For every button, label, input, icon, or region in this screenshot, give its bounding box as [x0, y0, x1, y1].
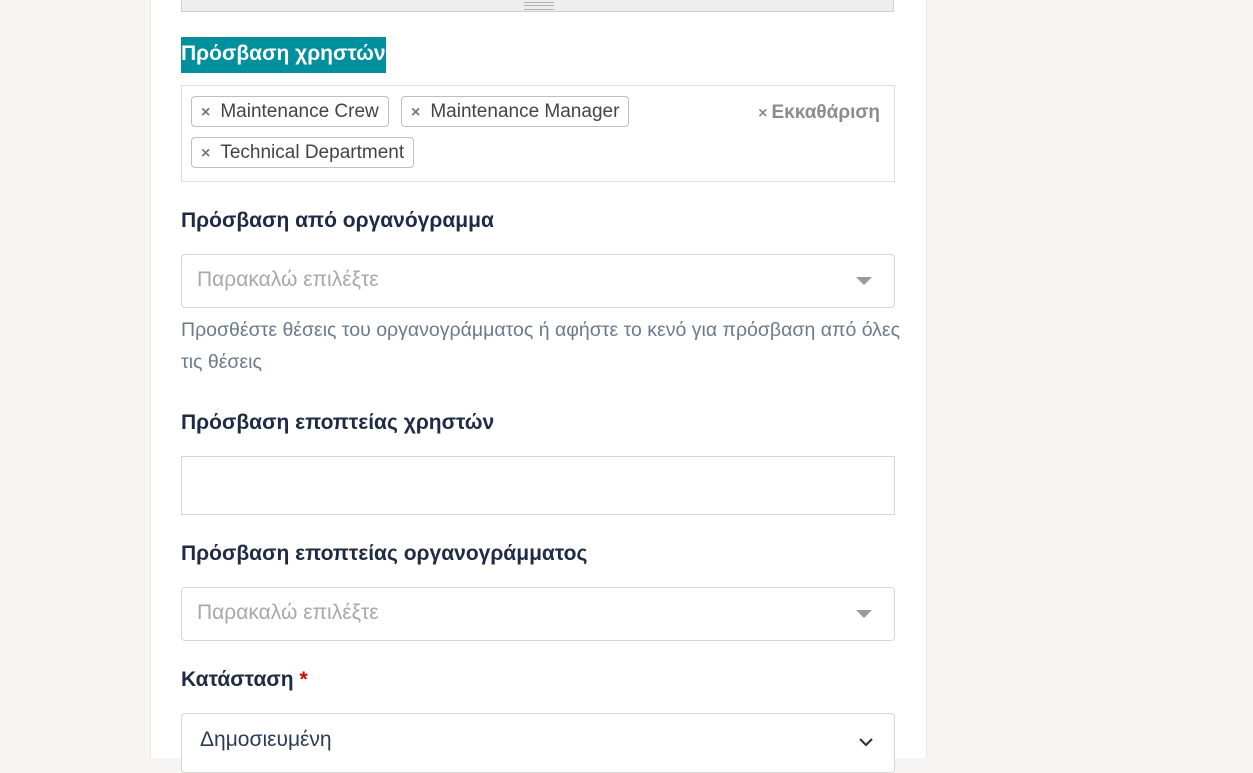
status-select[interactable]: Δημοσιευμένη: [181, 713, 895, 773]
org-access-select[interactable]: Παρακαλώ επιλέξτε: [181, 254, 895, 308]
org-access-help-text: Προσθέστε θέσεις του οργανογράμματος ή α…: [181, 319, 901, 373]
caret-down-icon: [856, 610, 872, 618]
org-access-placeholder: Παρακαλώ επιλέξτε: [197, 268, 379, 291]
chevron-down-icon: [859, 738, 873, 747]
tag-label: Maintenance Crew: [220, 101, 379, 122]
user-access-tag-field[interactable]: × Maintenance Crew × Maintenance Manager ×…: [181, 85, 895, 182]
user-access-label: Πρόσβαση χρηστών: [181, 37, 386, 73]
required-mark: *: [299, 668, 308, 691]
close-icon[interactable]: ×: [411, 104, 420, 121]
org-supervision-label: Πρόσβαση εποπτείας οργανογράμματος: [181, 542, 588, 565]
clear-all-label: Εκκαθάριση: [771, 102, 881, 123]
tag-label: Maintenance Manager: [430, 101, 620, 122]
close-icon: ×: [758, 105, 768, 122]
close-icon[interactable]: ×: [201, 104, 210, 121]
resize-grip-icon[interactable]: [524, 2, 554, 10]
clear-all-button[interactable]: × Εκκαθάριση: [758, 102, 880, 124]
user-supervision-label: Πρόσβαση εποπτείας χρηστών: [181, 411, 495, 434]
status-value: Δημοσιευμένη: [200, 728, 332, 751]
org-supervision-placeholder: Παρακαλώ επιλέξτε: [197, 601, 379, 624]
user-supervision-field[interactable]: [181, 456, 895, 515]
tag-technical-department[interactable]: × Technical Department: [191, 137, 415, 168]
status-label-text: Κατάσταση: [181, 668, 294, 691]
caret-down-icon: [856, 277, 872, 285]
org-access-label: Πρόσβαση από οργανόγραμμα: [181, 209, 494, 232]
tag-maintenance-manager[interactable]: × Maintenance Manager: [401, 96, 630, 127]
tag-maintenance-crew[interactable]: × Maintenance Crew: [191, 96, 389, 127]
status-label: Κατάσταση *: [181, 668, 308, 692]
close-icon[interactable]: ×: [201, 145, 210, 162]
org-supervision-select[interactable]: Παρακαλώ επιλέξτε: [181, 587, 895, 641]
editor-resize-bar[interactable]: [181, 0, 894, 12]
tag-label: Technical Department: [220, 142, 405, 163]
